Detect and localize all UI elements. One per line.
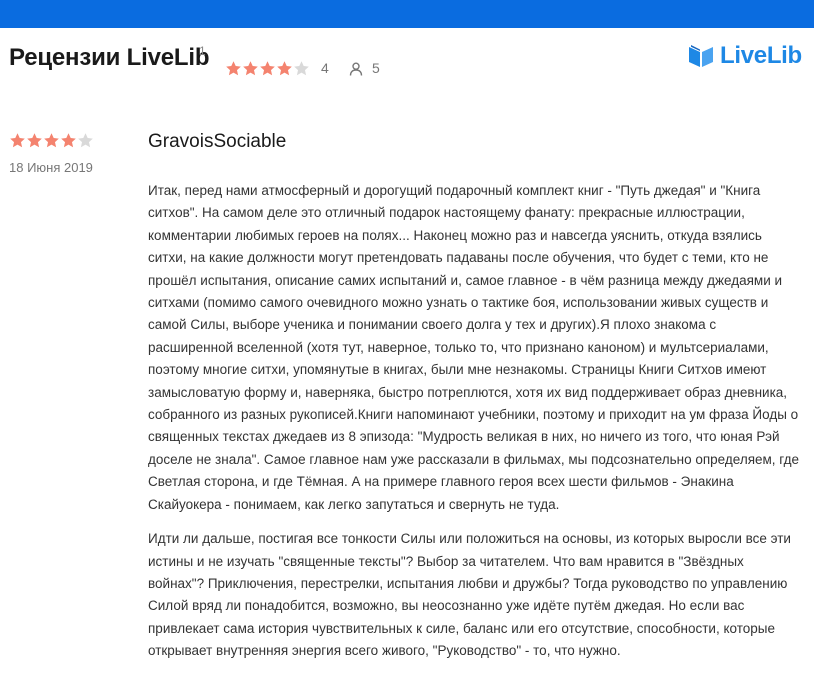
livelib-logo[interactable]: LiveLib — [688, 42, 802, 70]
reviewers-count: 5 — [372, 60, 380, 76]
star-icon — [277, 61, 292, 76]
logo-text: LiveLib — [720, 42, 802, 69]
review-rating-stars — [9, 132, 94, 148]
book-logo-icon — [689, 45, 713, 67]
review-paragraph: Итак, перед нами атмосферный и дорогущий… — [148, 183, 800, 512]
review-paragraph: Идти ли дальше, постигая все тонкости Си… — [148, 531, 791, 659]
star-icon — [260, 61, 275, 76]
star-icon — [78, 133, 93, 148]
review-author[interactable]: GravoisSociable — [148, 131, 286, 153]
star-icon — [226, 61, 241, 76]
page-title: Рецензии LiveLib — [9, 44, 210, 71]
top-bar — [0, 0, 814, 28]
star-icon — [243, 61, 258, 76]
user-icon — [349, 62, 363, 76]
summary-rating-stars — [225, 60, 310, 78]
summary-rating-value: 4 — [321, 60, 329, 76]
star-icon — [27, 133, 42, 148]
star-icon — [10, 133, 25, 148]
review-body: Итак, перед нами атмосферный и дорогущий… — [148, 180, 800, 675]
star-icon — [294, 61, 309, 76]
reviews-header: Рецензии LiveLib 1 4 5 LiveLib — [0, 28, 814, 100]
title-superscript: 1 — [199, 44, 206, 58]
star-icon — [61, 133, 76, 148]
star-icon — [44, 133, 59, 148]
review-date: 18 Июня 2019 — [9, 160, 93, 175]
